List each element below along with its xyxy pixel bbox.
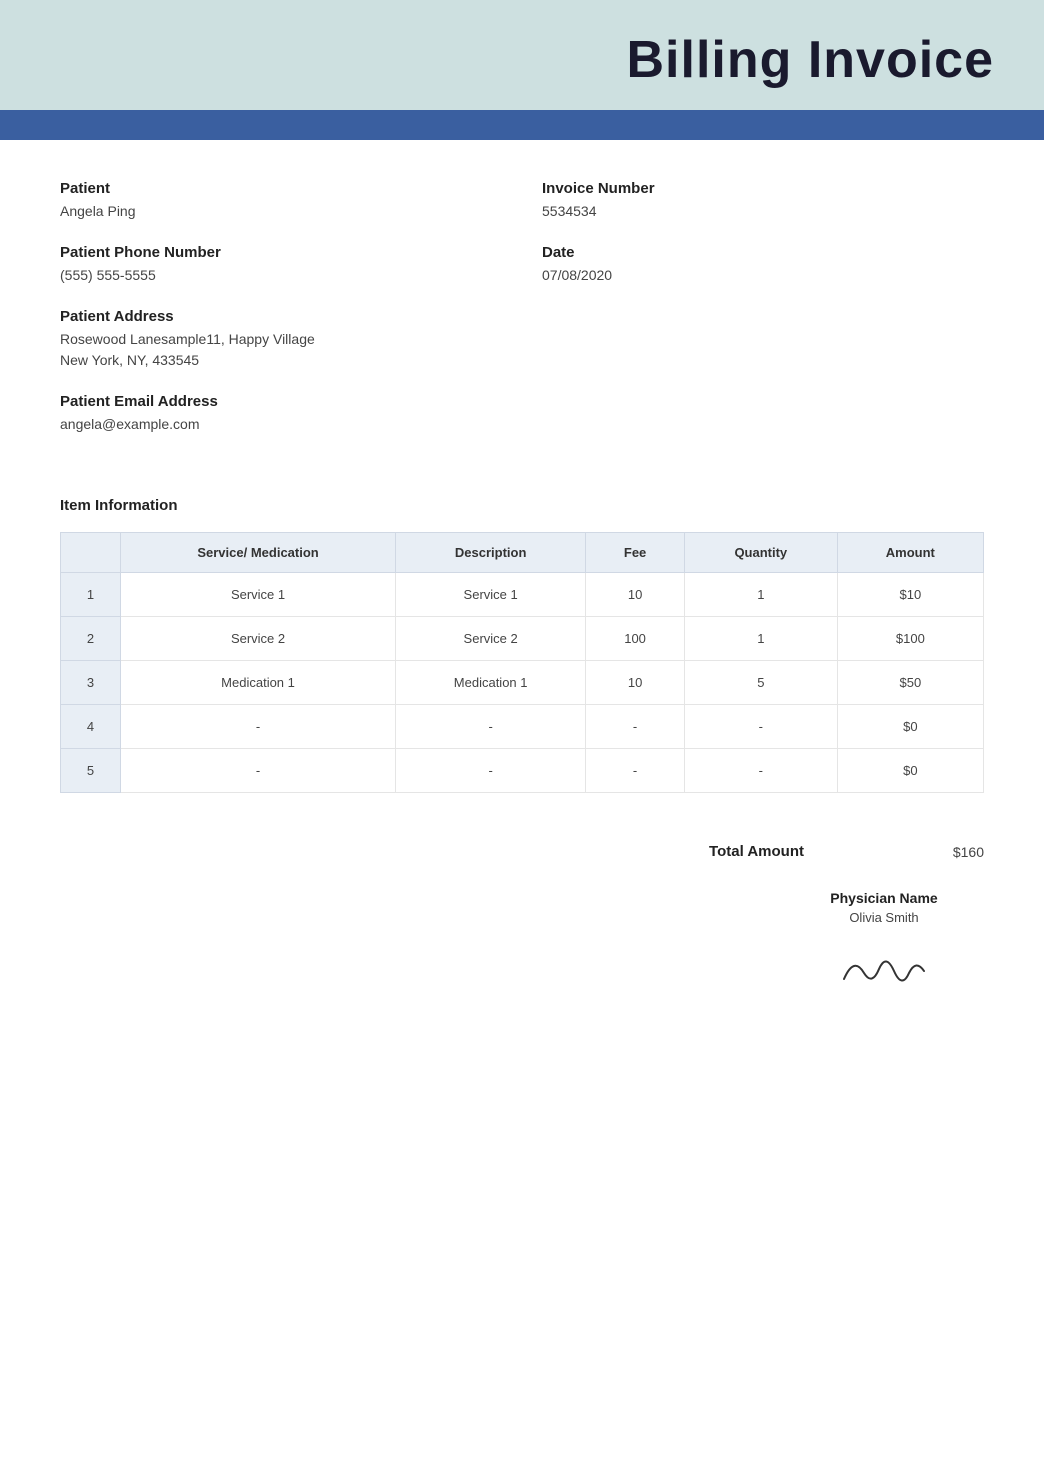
row-description: Service 1: [396, 573, 586, 617]
row-amount: $10: [837, 573, 983, 617]
row-service: -: [121, 749, 396, 793]
col-quantity: Quantity: [684, 533, 837, 573]
col-service: Service/ Medication: [121, 533, 396, 573]
invoice-date-label: Date: [542, 244, 984, 261]
patient-info-section: Patient Angela Ping Patient Phone Number…: [0, 140, 1044, 477]
physician-label: Physician Name: [784, 890, 984, 906]
patient-phone: (555) 555-5555: [60, 265, 502, 286]
col-description: Description: [396, 533, 586, 573]
table-header-row: Service/ Medication Description Fee Quan…: [61, 533, 984, 573]
patient-email: angela@example.com: [60, 414, 502, 435]
row-description: Medication 1: [396, 661, 586, 705]
invoice-number-group: Invoice Number 5534534: [542, 180, 984, 222]
table-row: 5 - - - - $0: [61, 749, 984, 793]
header-top: Billing Invoice: [0, 0, 1044, 110]
invoice-date: 07/08/2020: [542, 265, 984, 286]
row-num: 3: [61, 661, 121, 705]
invoice-number: 5534534: [542, 201, 984, 222]
row-num: 1: [61, 573, 121, 617]
row-fee: 10: [586, 661, 685, 705]
signature-icon: [834, 941, 934, 991]
patient-email-group: Patient Email Address angela@example.com: [60, 393, 502, 435]
phone-label: Patient Phone Number: [60, 244, 502, 261]
patient-address-group: Patient Address Rosewood Lanesample11, H…: [60, 308, 502, 371]
col-num: [61, 533, 121, 573]
total-amount-value: $160: [924, 844, 984, 860]
signature-area: [784, 941, 984, 991]
table-row: 4 - - - - $0: [61, 705, 984, 749]
row-service: Service 2: [121, 617, 396, 661]
patient-address-line1: Rosewood Lanesample11, Happy Village: [60, 329, 502, 350]
row-num: 4: [61, 705, 121, 749]
address-label: Patient Address: [60, 308, 502, 325]
row-quantity: 5: [684, 661, 837, 705]
row-amount: $100: [837, 617, 983, 661]
table-row: 2 Service 2 Service 2 100 1 $100: [61, 617, 984, 661]
info-right: Invoice Number 5534534 Date 07/08/2020: [502, 180, 984, 457]
physician-section: Physician Name Olivia Smith: [0, 880, 1044, 1011]
item-section: Item Information Service/ Medication Des…: [0, 477, 1044, 813]
item-section-title: Item Information: [60, 497, 984, 514]
row-num: 2: [61, 617, 121, 661]
col-fee: Fee: [586, 533, 685, 573]
invoice-number-label: Invoice Number: [542, 180, 984, 197]
physician-block: Physician Name Olivia Smith: [784, 890, 984, 991]
table-row: 3 Medication 1 Medication 1 10 5 $50: [61, 661, 984, 705]
items-table: Service/ Medication Description Fee Quan…: [60, 532, 984, 793]
row-amount: $0: [837, 749, 983, 793]
row-fee: 100: [586, 617, 685, 661]
row-fee: -: [586, 705, 685, 749]
total-amount-label: Total Amount: [709, 843, 804, 860]
info-left: Patient Angela Ping Patient Phone Number…: [60, 180, 502, 457]
row-fee: 10: [586, 573, 685, 617]
patient-name-group: Patient Angela Ping: [60, 180, 502, 222]
row-description: Service 2: [396, 617, 586, 661]
patient-phone-group: Patient Phone Number (555) 555-5555: [60, 244, 502, 286]
row-service: Service 1: [121, 573, 396, 617]
row-service: Medication 1: [121, 661, 396, 705]
col-amount: Amount: [837, 533, 983, 573]
row-quantity: 1: [684, 617, 837, 661]
patient-label: Patient: [60, 180, 502, 197]
row-fee: -: [586, 749, 685, 793]
email-label: Patient Email Address: [60, 393, 502, 410]
row-amount: $50: [837, 661, 983, 705]
row-service: -: [121, 705, 396, 749]
invoice-date-group: Date 07/08/2020: [542, 244, 984, 286]
row-quantity: -: [684, 749, 837, 793]
patient-name: Angela Ping: [60, 201, 502, 222]
row-quantity: 1: [684, 573, 837, 617]
totals-section: Total Amount $160: [0, 813, 1044, 880]
header-bar: [0, 110, 1044, 140]
row-description: -: [396, 705, 586, 749]
row-quantity: -: [684, 705, 837, 749]
row-amount: $0: [837, 705, 983, 749]
patient-address-line2: New York, NY, 433545: [60, 350, 502, 371]
physician-name: Olivia Smith: [784, 910, 984, 925]
page: Billing Invoice Patient Angela Ping Pati…: [0, 0, 1044, 1477]
row-description: -: [396, 749, 586, 793]
table-row: 1 Service 1 Service 1 10 1 $10: [61, 573, 984, 617]
page-title: Billing Invoice: [50, 30, 994, 90]
row-num: 5: [61, 749, 121, 793]
